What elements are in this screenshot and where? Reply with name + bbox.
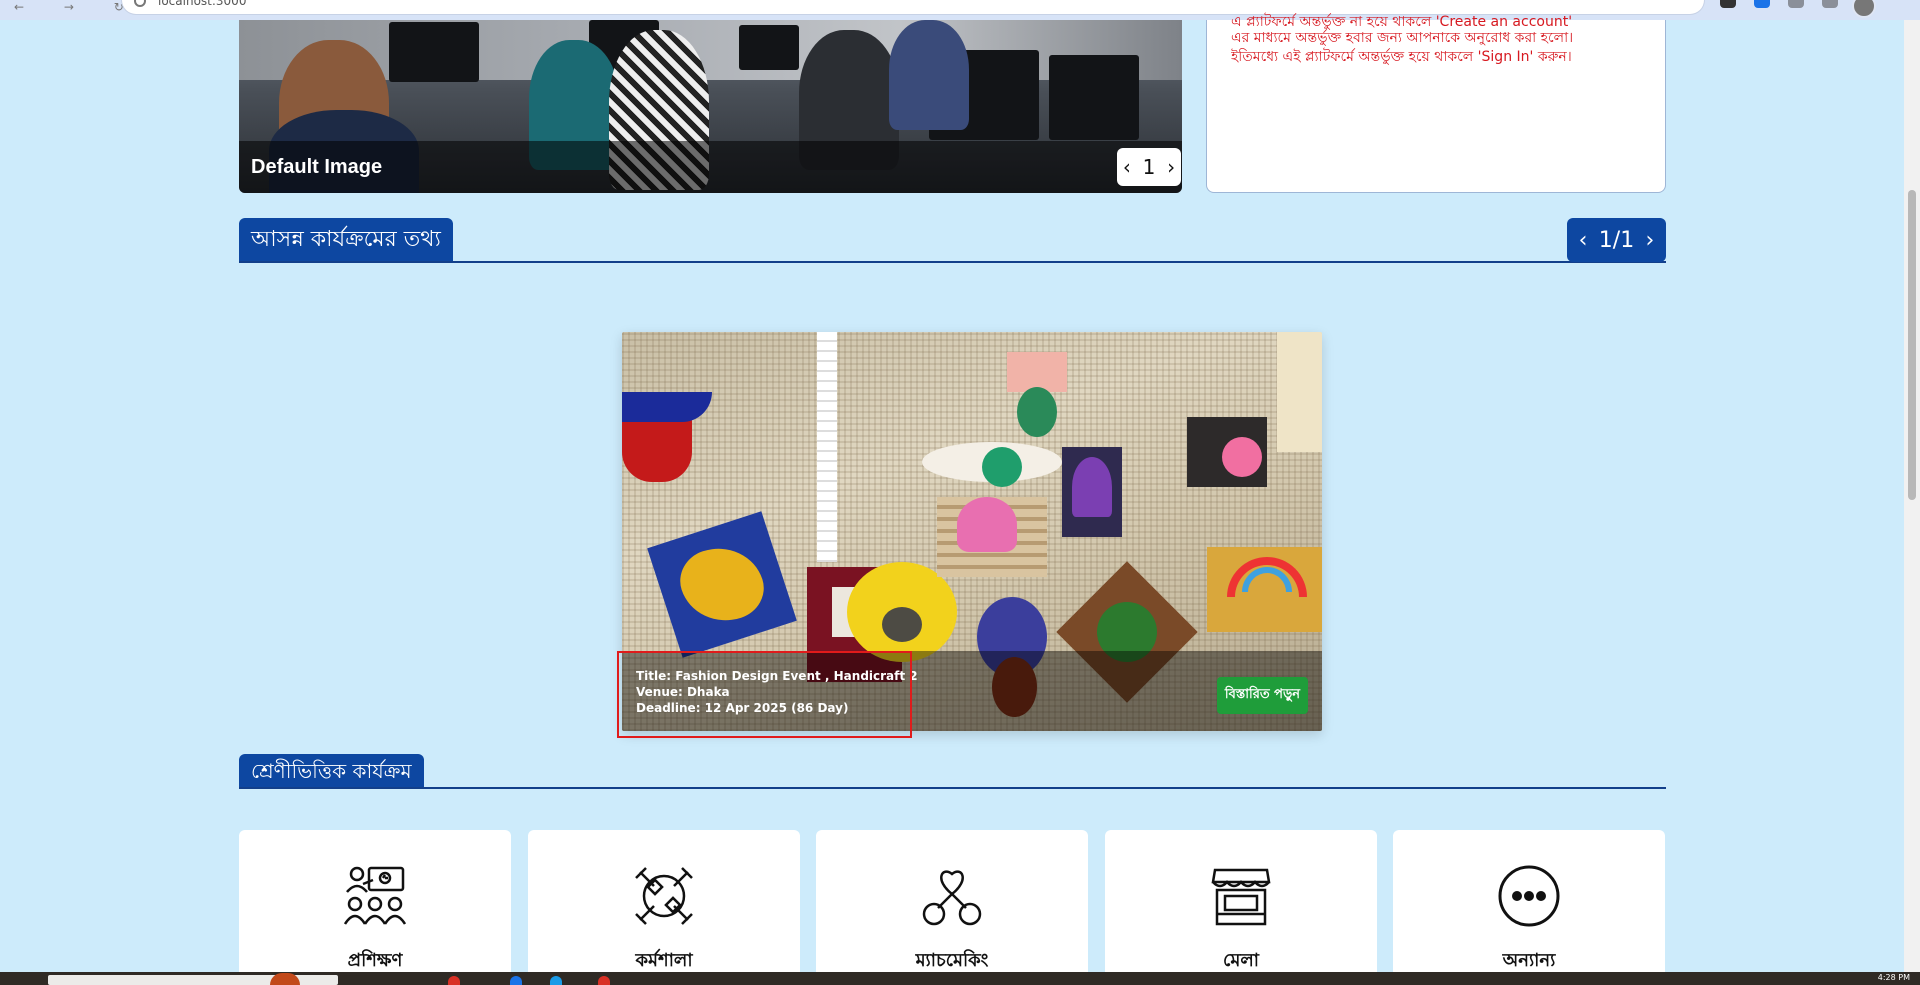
events-page-indicator: 1/1 [1598, 227, 1635, 253]
taskbar-app-icon[interactable] [270, 973, 300, 985]
category-card-workshop[interactable]: কর্মশালা [528, 830, 800, 980]
taskbar-app-icon[interactable] [510, 976, 522, 985]
taskbar-app-icon[interactable] [550, 976, 562, 985]
chevron-left-icon[interactable]: ‹ [1579, 228, 1588, 253]
signin-notice: এ প্ল্যাটফর্মে অন্তর্ভুক্ত না হয়ে থাকলে… [1206, 14, 1666, 193]
taskbar-app-icon[interactable] [448, 976, 460, 985]
events-pager: ‹ 1/1 › [1567, 218, 1666, 262]
matchmaking-icon [922, 870, 982, 926]
category-card-matchmaking[interactable]: ম্যাচমেকিং [816, 830, 1088, 980]
banner-slider: Default Image ‹ 1 › [239, 20, 1182, 193]
workshop-icon [635, 867, 693, 925]
scrollbar-thumb[interactable] [1908, 190, 1916, 500]
chevron-right-icon[interactable]: › [1167, 155, 1175, 179]
category-card-training[interactable]: প্রশিক্ষণ [239, 830, 511, 980]
category-activities-heading: শ্রেণীভিত্তিক কার্যক্রম [239, 754, 424, 788]
upcoming-events-heading: আসন্ন কার্যক্রমের তথ্য [239, 218, 453, 262]
extension-icon[interactable] [1788, 0, 1804, 8]
chevron-left-icon[interactable]: ‹ [1123, 155, 1131, 179]
category-card-fair[interactable]: মেলা [1105, 830, 1377, 980]
extension-icons [1720, 0, 1838, 20]
section-divider [239, 261, 1666, 263]
banner-pager: ‹ 1 › [1117, 148, 1181, 186]
fair-stall-icon [1211, 868, 1271, 926]
banner-page-number: 1 [1142, 155, 1156, 179]
section-divider [239, 787, 1666, 789]
star-icon[interactable]: ☆ [1671, 0, 1684, 4]
read-more-button[interactable]: বিস্তারিত পড়ুন [1216, 677, 1308, 714]
os-taskbar: 4:28 PM [0, 972, 1920, 985]
extension-icon[interactable] [1822, 0, 1838, 8]
notice-line: ইতিমধ্যে এই প্ল্যাটফর্মে অন্তর্ভুক্ত হয়… [1231, 49, 1572, 65]
chevron-right-icon[interactable]: › [1646, 228, 1655, 253]
category-card-others[interactable]: অন্যান্য [1393, 830, 1665, 980]
banner-title: Default Image [251, 156, 383, 178]
banner-caption: Default Image ‹ 1 › [239, 141, 1182, 193]
profile-avatar[interactable] [1852, 0, 1876, 18]
site-info-icon[interactable] [134, 0, 146, 7]
extension-icon[interactable] [1720, 0, 1736, 8]
taskbar-app-icon[interactable] [598, 976, 610, 985]
highlight-annotation [617, 651, 912, 738]
page-scrollbar[interactable] [1904, 20, 1920, 972]
notice-line: এর মাধ্যমে অন্তর্ভুক্ত হবার জন্য আপনাকে … [1231, 30, 1574, 46]
training-icon [343, 866, 407, 925]
extension-icon[interactable] [1754, 0, 1770, 8]
url-text: localhost:3000 [158, 0, 247, 8]
taskbar-clock: 4:28 PM [1877, 973, 1910, 982]
more-icon [1498, 865, 1560, 927]
